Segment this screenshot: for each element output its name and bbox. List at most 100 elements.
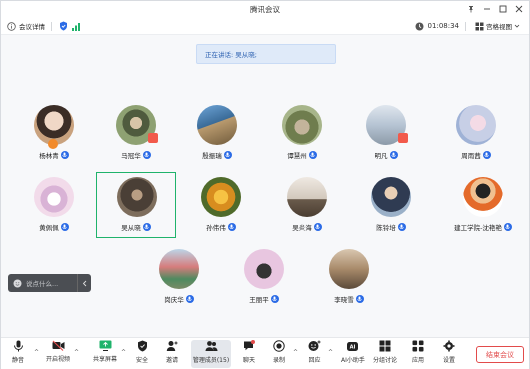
meeting-window: 腾讯会议 会议详情 01:08:34 宫格视图 正在讲话: 吴从晓; 杨林青 马… bbox=[0, 0, 530, 369]
participant-name: 黄佩佩 bbox=[39, 224, 59, 232]
end-meeting-button[interactable]: 结束会议 bbox=[476, 346, 524, 363]
chat-button[interactable]: 聊天 bbox=[243, 340, 255, 368]
participant-name: 周雨茜 bbox=[461, 152, 481, 160]
chevron-up-icon[interactable]: ^ bbox=[34, 349, 39, 356]
microphone-icon bbox=[13, 340, 23, 352]
minimize-icon[interactable] bbox=[479, 3, 495, 15]
shield-icon bbox=[137, 340, 147, 352]
members-icon bbox=[205, 341, 217, 351]
meeting-details-button[interactable]: 会议详情 bbox=[19, 21, 45, 31]
participant-tile[interactable]: 杨林青 bbox=[14, 101, 94, 167]
invite-button[interactable]: 邀请 bbox=[166, 340, 178, 368]
chat-input[interactable]: 说点什么... bbox=[8, 274, 91, 292]
clock-icon bbox=[415, 21, 425, 31]
avatar bbox=[371, 177, 411, 217]
mic-icon bbox=[270, 295, 279, 303]
participant-tile[interactable]: 谭慧州 bbox=[262, 101, 342, 167]
maximize-icon[interactable] bbox=[495, 3, 511, 15]
participant-tile[interactable]: 岗庆华 bbox=[139, 245, 219, 311]
avatar bbox=[282, 105, 322, 145]
avatar bbox=[201, 177, 241, 217]
security-button[interactable]: 安全 bbox=[136, 340, 148, 368]
record-label: 录制 bbox=[273, 357, 286, 364]
mic-icon bbox=[142, 151, 151, 159]
speaking-banner: 正在讲话: 吴从晓; bbox=[196, 44, 336, 64]
camera-off-icon bbox=[52, 340, 64, 351]
participant-tile[interactable]: 黄佩佩 bbox=[14, 173, 94, 239]
ai-assistant-button[interactable]: AI AI小助手 bbox=[341, 340, 365, 368]
settings-button[interactable]: 设置 bbox=[443, 340, 455, 368]
emoji-icon bbox=[308, 340, 321, 351]
participant-tile[interactable]: 孙伟伟 bbox=[181, 173, 261, 239]
participant-name: 李晓雪 bbox=[334, 296, 354, 304]
shield-icon[interactable] bbox=[58, 21, 68, 31]
mic-icon bbox=[397, 223, 406, 231]
reactions-button[interactable]: 回应 bbox=[308, 340, 321, 368]
participant-name: 吴炎海 bbox=[292, 224, 312, 232]
participant-name: 建工学院-沈艳艳 bbox=[454, 224, 502, 232]
chevron-up-icon[interactable]: ^ bbox=[328, 349, 333, 356]
chat-label: 聊天 bbox=[243, 357, 256, 364]
mute-label: 静音 bbox=[12, 357, 25, 364]
chevron-down-icon bbox=[514, 24, 520, 28]
participant-tile[interactable]: 殷振瑞 bbox=[177, 101, 257, 167]
manage-members-label: 管理成员(15) bbox=[192, 357, 230, 364]
participant-tile[interactable]: 吴炎海 bbox=[267, 173, 347, 239]
mic-icon bbox=[142, 223, 151, 231]
avatar bbox=[287, 177, 327, 217]
signal-icon[interactable] bbox=[71, 21, 81, 31]
participant-name: 王丽平 bbox=[249, 296, 269, 304]
divider bbox=[51, 21, 52, 31]
add-user-icon bbox=[166, 341, 178, 351]
mic-icon bbox=[227, 223, 236, 231]
title-bar: 腾讯会议 bbox=[1, 1, 529, 18]
view-mode-button[interactable]: 宫格视图 bbox=[472, 21, 523, 31]
mic-icon bbox=[355, 295, 364, 303]
avatar bbox=[329, 249, 369, 289]
breakout-button[interactable]: 分组讨论 bbox=[373, 340, 397, 368]
window-controls bbox=[463, 3, 527, 15]
window-title: 腾讯会议 bbox=[250, 5, 280, 14]
participant-tile[interactable]: 李晓雪 bbox=[309, 245, 389, 311]
participant-name: 谭慧州 bbox=[287, 152, 307, 160]
chat-placeholder: 说点什么... bbox=[26, 280, 59, 288]
participant-tile[interactable]: 陈铃培 bbox=[351, 173, 431, 239]
apps-button[interactable]: 应用 bbox=[412, 340, 424, 368]
bottom-toolbar: 静音 ^ 开启视频 ^ 共享屏幕 ^ 安全 邀请 管理成员(15) 聊天 录制 … bbox=[1, 337, 529, 369]
participant-tile[interactable]: 周雨茜 bbox=[436, 101, 516, 167]
record-button[interactable]: 录制 bbox=[273, 340, 285, 368]
participant-tile[interactable]: 王丽平 bbox=[224, 245, 304, 311]
participant-tile-selected[interactable]: 吴从晓 bbox=[96, 172, 176, 238]
participant-tile[interactable]: 明凡 bbox=[346, 101, 426, 167]
avatar bbox=[159, 249, 199, 289]
emoji-icon[interactable] bbox=[8, 279, 26, 288]
chevron-up-icon[interactable]: ^ bbox=[293, 349, 298, 356]
video-button[interactable]: 开启视频 bbox=[46, 340, 70, 368]
video-label: 开启视频 bbox=[46, 356, 71, 363]
info-bar: 会议详情 01:08:34 宫格视图 bbox=[1, 18, 529, 35]
mic-icon bbox=[223, 151, 232, 159]
manage-members-button[interactable]: 管理成员(15) bbox=[191, 340, 231, 368]
host-badge bbox=[48, 139, 58, 149]
mute-button[interactable]: 静音 bbox=[12, 340, 24, 368]
info-icon bbox=[6, 21, 16, 31]
mic-icon bbox=[60, 223, 69, 231]
share-screen-button[interactable]: 共享屏幕 bbox=[93, 340, 117, 368]
chevron-up-icon[interactable]: ^ bbox=[121, 349, 126, 356]
security-label: 安全 bbox=[136, 357, 149, 364]
participant-tile[interactable]: 建工学院-沈艳艳 bbox=[438, 173, 528, 239]
mic-icon bbox=[185, 295, 194, 303]
mic-icon bbox=[308, 151, 317, 159]
avatar bbox=[117, 177, 157, 217]
participant-name: 陈铃培 bbox=[376, 224, 396, 232]
chevron-left-icon[interactable] bbox=[77, 274, 91, 292]
participant-tile[interactable]: 马冠华 bbox=[96, 101, 176, 167]
chevron-up-icon[interactable]: ^ bbox=[74, 349, 79, 356]
pin-icon[interactable] bbox=[463, 3, 479, 15]
apps-icon bbox=[412, 340, 424, 352]
chat-icon bbox=[244, 340, 255, 351]
breakout-icon bbox=[379, 340, 391, 352]
close-icon[interactable] bbox=[511, 3, 527, 15]
mic-icon bbox=[503, 223, 512, 231]
mic-icon bbox=[60, 151, 69, 159]
